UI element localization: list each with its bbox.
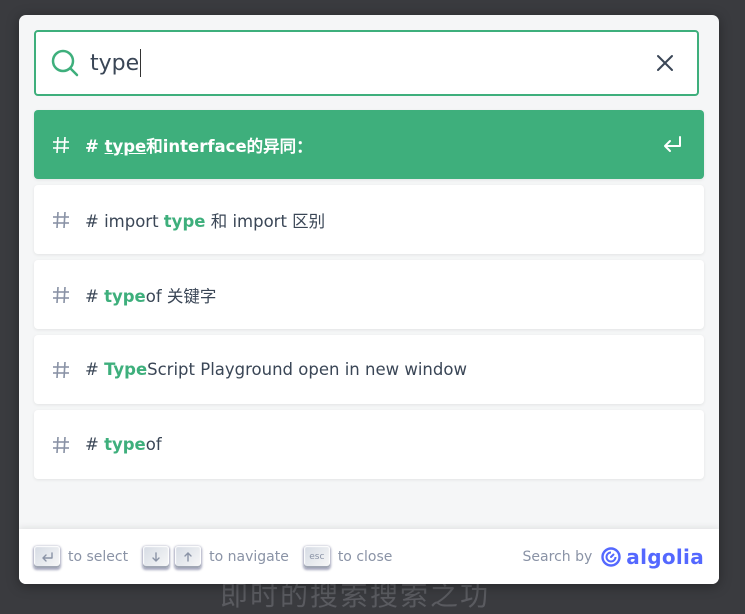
hash-icon <box>51 134 73 156</box>
clear-search-button[interactable] <box>645 43 685 83</box>
highlight-match: type <box>104 286 146 306</box>
search-result-title: # type和interface的异同： <box>85 133 313 157</box>
title-text: # import <box>85 211 164 231</box>
algolia-icon <box>601 547 621 567</box>
hash-icon <box>51 209 73 231</box>
title-text: 和 import 区别 <box>205 211 326 231</box>
highlight-match: type <box>104 435 146 454</box>
arrow-up-key-icon <box>175 545 202 568</box>
title-text: Script Playground open in new window <box>147 360 467 379</box>
search-result-item[interactable]: # typeof 关键字 <box>34 260 704 329</box>
search-result-title: # TypeScript Playground open in new wind… <box>85 360 467 379</box>
esc-key-icon: esc <box>303 545 330 568</box>
search-result-title: # import type 和 import 区别 <box>85 208 325 232</box>
search-result-title: # typeof <box>85 435 162 454</box>
footer-commands: to select to navigate esc to close <box>34 545 407 568</box>
close-hint-label: to close <box>337 548 393 565</box>
arrow-down-key-icon <box>143 545 170 568</box>
search-input[interactable]: type <box>90 49 645 77</box>
algolia-brand-text: algolia <box>626 545 704 569</box>
title-text: of <box>145 435 162 454</box>
search-icon <box>50 48 80 78</box>
hash-icon <box>51 284 73 306</box>
navigate-hint-label: to navigate <box>209 548 289 565</box>
search-by-label: Search by <box>522 549 593 565</box>
text-caret <box>140 49 142 77</box>
title-text: of 关键字 <box>145 286 217 306</box>
select-hint-label: to select <box>68 548 129 565</box>
search-results-list: # type和interface的异同： # import type 和 impo… <box>34 110 704 485</box>
highlight-match: Type <box>104 360 148 379</box>
search-result-item[interactable]: # import type 和 import 区别 <box>34 185 704 254</box>
search-result-title: # typeof 关键字 <box>85 283 216 307</box>
close-icon <box>657 55 673 71</box>
title-text: # <box>85 360 105 379</box>
search-modal: type # type和interface的异同： # import type 和… <box>19 15 719 584</box>
search-result-item[interactable]: # TypeScript Playground open in new wind… <box>34 335 704 404</box>
title-text: 和interface的异同： <box>146 136 313 156</box>
title-text: # <box>85 435 105 454</box>
search-form: type <box>34 30 699 96</box>
search-query-text: type <box>90 50 140 76</box>
hash-icon <box>51 359 73 381</box>
algolia-logo-link[interactable]: Search by algolia <box>523 545 704 569</box>
search-footer: to select to navigate esc to close Searc… <box>19 529 719 584</box>
enter-icon <box>660 133 684 157</box>
enter-key-icon <box>34 545 60 568</box>
highlight-match: type <box>104 136 147 156</box>
hash-icon <box>51 434 73 456</box>
highlight-match: type <box>163 211 206 231</box>
search-result-item[interactable]: # type和interface的异同： <box>34 110 704 179</box>
title-text: # <box>85 286 105 306</box>
title-text: # <box>85 136 105 156</box>
search-result-item[interactable]: # typeof <box>34 410 704 479</box>
